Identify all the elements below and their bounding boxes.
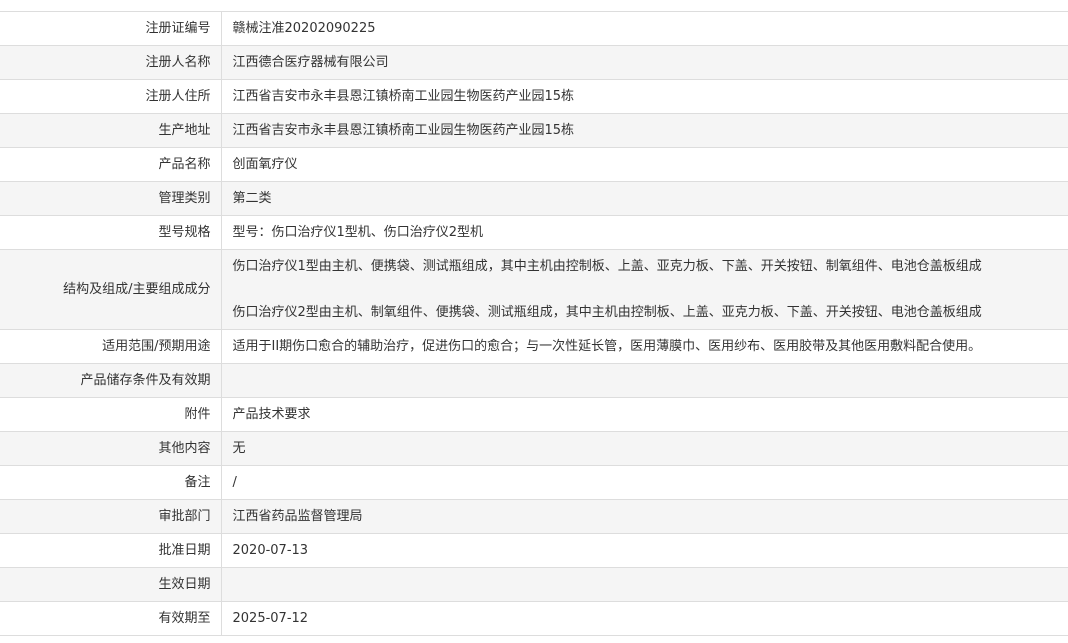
row-label: 有效期至	[0, 602, 221, 636]
row-label: 生产地址	[0, 114, 221, 148]
composition-line-model-2: 伤口治疗仪2型由主机、制氧组件、便携袋、测试瓶组成，其中主机由控制板、上盖、亚克…	[233, 305, 1068, 321]
row-storage-validity: 产品储存条件及有效期	[0, 364, 1068, 398]
row-label: 其他内容	[0, 432, 221, 466]
row-value: 江西省吉安市永丰县恩江镇桥南工业园生物医药产业园15栋	[221, 114, 1068, 148]
row-value: 2020-07-13	[221, 534, 1068, 568]
row-valid-until: 有效期至 2025-07-12	[0, 602, 1068, 636]
row-label: 结构及组成/主要组成成分	[0, 250, 221, 330]
row-value: 伤口治疗仪1型由主机、便携袋、测试瓶组成，其中主机由控制板、上盖、亚克力板、下盖…	[221, 250, 1068, 330]
row-value: 型号：伤口治疗仪1型机、伤口治疗仪2型机	[221, 216, 1068, 250]
row-label: 注册证编号	[0, 12, 221, 46]
row-value: 产品技术要求	[221, 398, 1068, 432]
row-model-spec: 型号规格 型号：伤口治疗仪1型机、伤口治疗仪2型机	[0, 216, 1068, 250]
row-product-name: 产品名称 创面氧疗仪	[0, 148, 1068, 182]
row-remarks: 备注 /	[0, 466, 1068, 500]
row-effective-date: 生效日期	[0, 568, 1068, 602]
row-value	[221, 568, 1068, 602]
row-label: 产品储存条件及有效期	[0, 364, 221, 398]
row-label: 适用范围/预期用途	[0, 330, 221, 364]
row-label: 型号规格	[0, 216, 221, 250]
row-label: 审批部门	[0, 500, 221, 534]
row-value: 江西省吉安市永丰县恩江镇桥南工业园生物医药产业园15栋	[221, 80, 1068, 114]
row-value: 无	[221, 432, 1068, 466]
row-label: 生效日期	[0, 568, 221, 602]
row-other-content: 其他内容 无	[0, 432, 1068, 466]
row-approval-date: 批准日期 2020-07-13	[0, 534, 1068, 568]
row-management-category: 管理类别 第二类	[0, 182, 1068, 216]
row-label: 注册人名称	[0, 46, 221, 80]
row-value: 赣械注准20202090225	[221, 12, 1068, 46]
row-value: 2025-07-12	[221, 602, 1068, 636]
registration-detail-table: 注册证编号 赣械注准20202090225 注册人名称 江西德合医疗器械有限公司…	[0, 11, 1068, 636]
row-label: 附件	[0, 398, 221, 432]
row-intended-use: 适用范围/预期用途 适用于II期伤口愈合的辅助治疗，促进伤口的愈合；与一次性延长…	[0, 330, 1068, 364]
row-structure-composition: 结构及组成/主要组成成分 伤口治疗仪1型由主机、便携袋、测试瓶组成，其中主机由控…	[0, 250, 1068, 330]
row-label: 注册人住所	[0, 80, 221, 114]
row-registrant-address: 注册人住所 江西省吉安市永丰县恩江镇桥南工业园生物医药产业园15栋	[0, 80, 1068, 114]
row-label: 产品名称	[0, 148, 221, 182]
row-production-address: 生产地址 江西省吉安市永丰县恩江镇桥南工业园生物医药产业园15栋	[0, 114, 1068, 148]
row-label: 备注	[0, 466, 221, 500]
row-attachments: 附件 产品技术要求	[0, 398, 1068, 432]
row-value: /	[221, 466, 1068, 500]
row-value: 适用于II期伤口愈合的辅助治疗，促进伤口的愈合；与一次性延长管，医用薄膜巾、医用…	[221, 330, 1068, 364]
row-value	[221, 364, 1068, 398]
row-label: 管理类别	[0, 182, 221, 216]
row-registration-number: 注册证编号 赣械注准20202090225	[0, 12, 1068, 46]
row-value: 第二类	[221, 182, 1068, 216]
row-value: 江西德合医疗器械有限公司	[221, 46, 1068, 80]
row-value: 江西省药品监督管理局	[221, 500, 1068, 534]
composition-line-model-1: 伤口治疗仪1型由主机、便携袋、测试瓶组成，其中主机由控制板、上盖、亚克力板、下盖…	[233, 259, 1068, 275]
row-label: 批准日期	[0, 534, 221, 568]
row-value: 创面氧疗仪	[221, 148, 1068, 182]
row-approval-department: 审批部门 江西省药品监督管理局	[0, 500, 1068, 534]
row-registrant-name: 注册人名称 江西德合医疗器械有限公司	[0, 46, 1068, 80]
